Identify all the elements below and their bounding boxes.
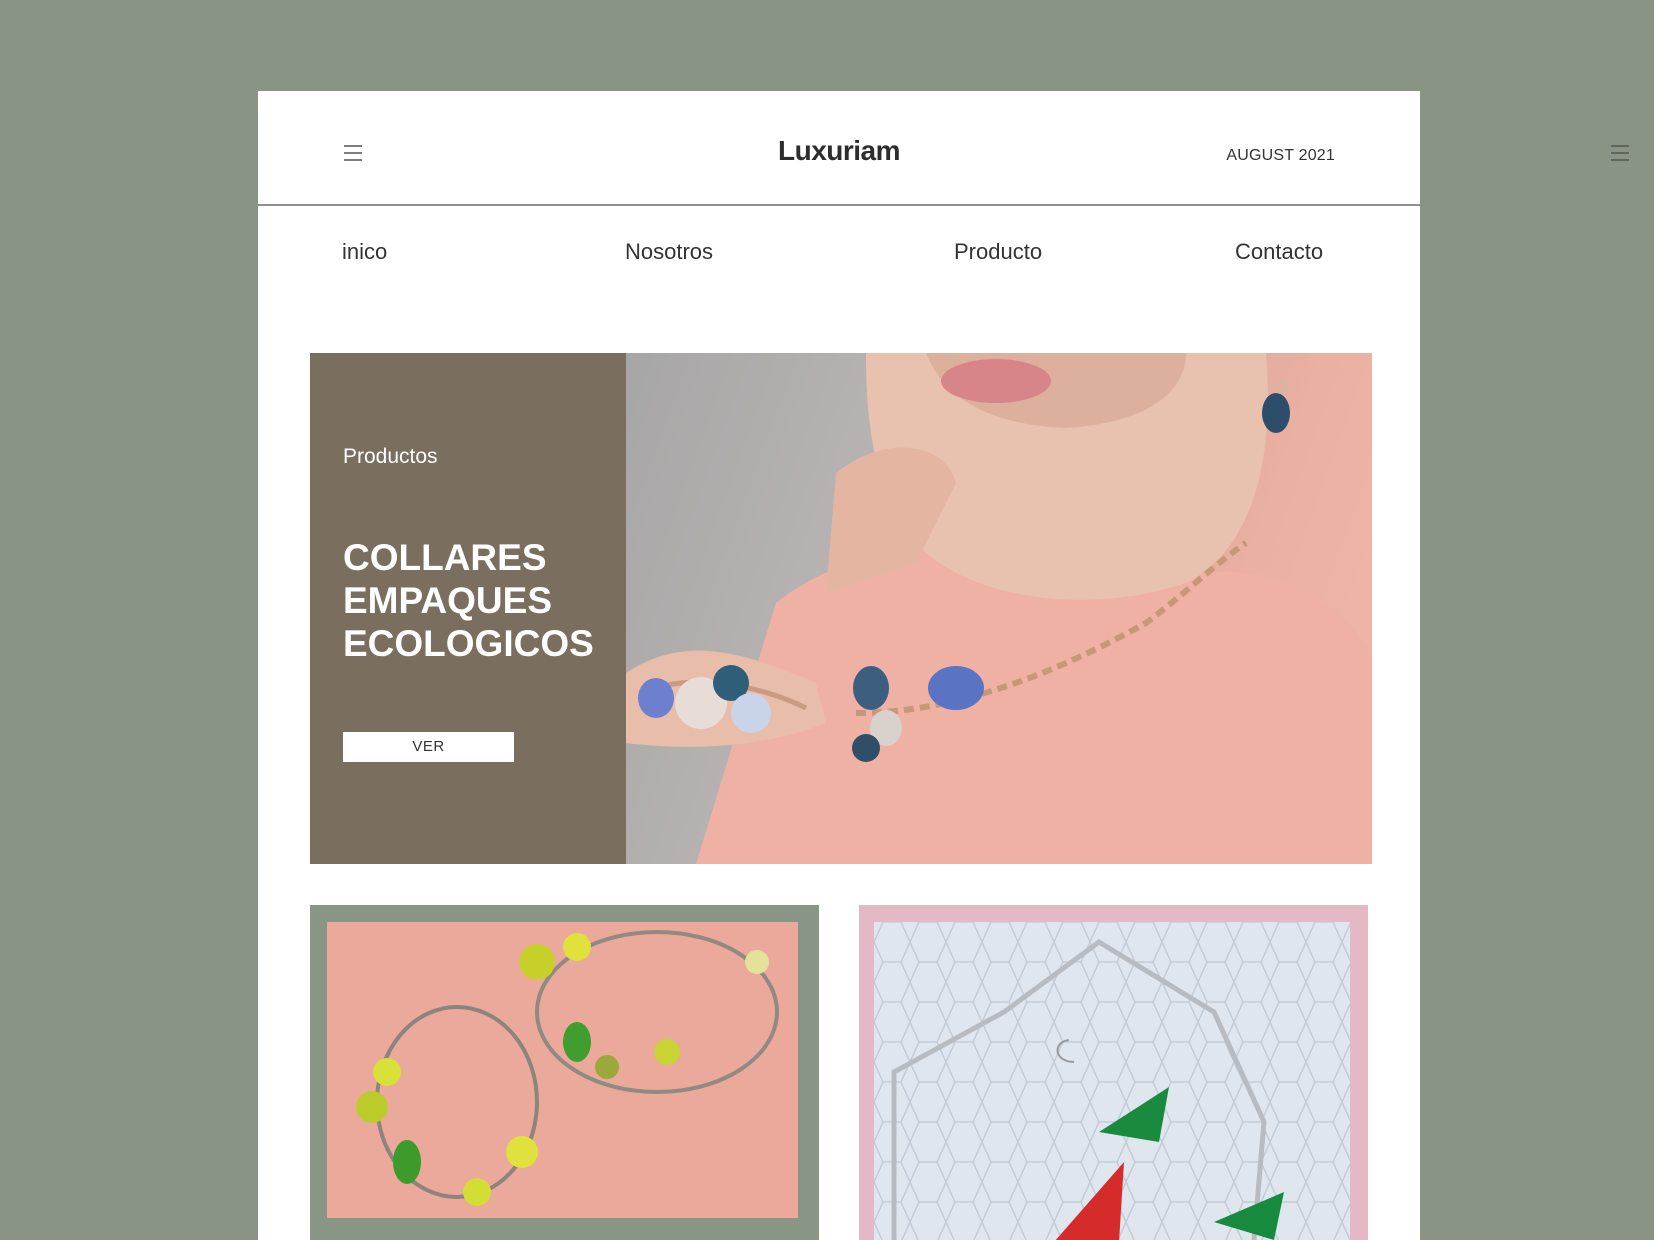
outer-hamburger-menu-icon[interactable]: [1610, 143, 1630, 163]
ver-button[interactable]: VER: [343, 732, 514, 762]
nav-item-inicio[interactable]: inico: [342, 239, 387, 265]
product-card-earrings[interactable]: [859, 905, 1368, 1240]
beaded-earrings-necklace-image: [874, 922, 1350, 1240]
nav-item-producto[interactable]: Producto: [954, 239, 1042, 265]
hero-banner: Productos COLLARES EMPAQUES ECOLOGICOS V…: [310, 353, 1372, 864]
jewelry-model-image: [626, 353, 1372, 864]
hero-eyebrow: Productos: [343, 445, 438, 468]
nav-item-nosotros[interactable]: Nosotros: [625, 239, 713, 265]
nav-item-contacto[interactable]: Contacto: [1235, 239, 1323, 265]
page-frame: Luxuriam AUGUST 2021 inico Nosotros Prod…: [258, 91, 1420, 1240]
main-nav: inico Nosotros Producto Contacto: [258, 239, 1420, 269]
product-card-bracelets[interactable]: [310, 905, 819, 1240]
green-bead-bracelets-image: [327, 922, 798, 1218]
hero-title-line: ECOLOGICOS: [343, 623, 594, 664]
hero-title-line: EMPAQUES: [343, 580, 553, 621]
hero-title-line: COLLARES: [343, 537, 547, 578]
hero-title: COLLARES EMPAQUES ECOLOGICOS: [343, 536, 623, 665]
hero-text-panel: Productos COLLARES EMPAQUES ECOLOGICOS V…: [310, 353, 626, 864]
issue-date: AUGUST 2021: [1226, 147, 1335, 164]
site-header: Luxuriam AUGUST 2021: [258, 91, 1420, 206]
